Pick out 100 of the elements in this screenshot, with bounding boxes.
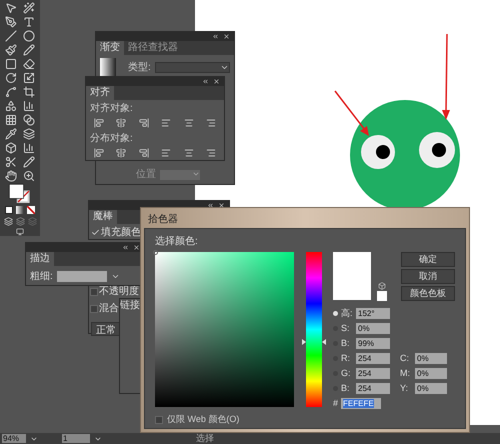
dialog-title: 拾色器 bbox=[147, 213, 179, 227]
ellipse-icon[interactable] bbox=[23, 30, 35, 42]
draw-normal-icon[interactable] bbox=[4, 217, 12, 226]
none-mode-button[interactable] bbox=[27, 206, 35, 214]
close-icon[interactable] bbox=[133, 244, 140, 251]
slice-icon[interactable] bbox=[5, 156, 17, 168]
artboard-field[interactable]: 1 bbox=[62, 434, 90, 443]
type-label: 类型: bbox=[128, 60, 151, 74]
cube-icon[interactable] bbox=[378, 282, 386, 290]
channel-label: B: bbox=[341, 382, 351, 395]
checkmark-icon[interactable] bbox=[91, 228, 100, 237]
channel-field[interactable]: 254 bbox=[356, 383, 390, 394]
line-icon[interactable] bbox=[5, 30, 17, 42]
panel-tab[interactable]: 魔棒 bbox=[89, 210, 117, 224]
dialog-button[interactable]: 确定 bbox=[401, 252, 455, 267]
position-label: 位置 bbox=[136, 168, 156, 182]
color-cursor[interactable] bbox=[153, 250, 158, 255]
option-label: 不透明度 bbox=[99, 285, 139, 299]
dropdown-icon[interactable] bbox=[110, 272, 120, 281]
distribute-icon[interactable] bbox=[206, 148, 216, 158]
align-icon[interactable] bbox=[206, 118, 216, 128]
screen-mode-icon[interactable] bbox=[14, 228, 26, 236]
close-icon[interactable] bbox=[213, 78, 220, 85]
panel-tab[interactable]: 对齐 bbox=[86, 86, 114, 100]
symbol-icon[interactable] bbox=[5, 142, 17, 154]
checkbox[interactable] bbox=[90, 304, 98, 312]
blend-mode-dropdown[interactable]: 正常 bbox=[91, 322, 121, 336]
distribute-label: 分布对象: bbox=[89, 132, 134, 146]
checkbox[interactable] bbox=[90, 288, 98, 296]
panel-tab[interactable]: 渐变 bbox=[96, 41, 124, 55]
collapse-icon[interactable] bbox=[207, 202, 214, 209]
gradient-mode-button[interactable] bbox=[16, 206, 24, 214]
gradient-swatch[interactable] bbox=[100, 58, 116, 76]
channel-field[interactable]: 99% bbox=[356, 338, 390, 349]
web-safe-swatch[interactable] bbox=[377, 291, 387, 301]
panel-tab[interactable]: 链接 bbox=[120, 299, 140, 313]
eyedropper-icon[interactable] bbox=[5, 128, 17, 140]
rotate-icon[interactable] bbox=[5, 72, 17, 84]
mesh-icon[interactable] bbox=[5, 114, 17, 126]
option-label: 填充颜色 bbox=[101, 226, 141, 240]
hex-field[interactable]: FEFEFE bbox=[341, 398, 382, 409]
eraser-icon[interactable] bbox=[23, 58, 35, 70]
scale-icon[interactable] bbox=[23, 72, 35, 84]
web-only-label: 仅限 Web 颜色(O) bbox=[167, 413, 240, 426]
distribute-icon[interactable] bbox=[94, 148, 104, 158]
align-icon[interactable] bbox=[138, 118, 149, 128]
channel-field[interactable]: 0% bbox=[415, 383, 447, 394]
pointer-icon[interactable] bbox=[5, 2, 17, 14]
panel-tab[interactable]: 描边 bbox=[26, 252, 54, 266]
shape-builder-icon[interactable] bbox=[5, 100, 17, 112]
channel-label: C: bbox=[400, 352, 410, 365]
channel-field[interactable]: 254 bbox=[356, 368, 390, 379]
dialog-button[interactable]: 颜色色板 bbox=[401, 286, 455, 301]
color-preview bbox=[333, 252, 371, 300]
channel-label: 高: bbox=[341, 306, 353, 320]
align-icon[interactable] bbox=[161, 118, 172, 128]
align-icon[interactable] bbox=[184, 118, 194, 128]
checkbox[interactable] bbox=[155, 416, 163, 424]
color-mode-button[interactable] bbox=[5, 206, 13, 214]
collapse-icon[interactable] bbox=[212, 33, 219, 40]
channel-field[interactable]: 152° bbox=[356, 308, 390, 319]
rectangle-icon[interactable] bbox=[5, 58, 17, 70]
zoom-icon[interactable] bbox=[23, 170, 35, 182]
distribute-icon[interactable] bbox=[138, 148, 149, 158]
select-color-label: 选择颜色: bbox=[155, 234, 199, 249]
hex-label: # bbox=[333, 396, 338, 410]
channel-field[interactable]: 0% bbox=[356, 323, 390, 334]
align-label: 对齐对象: bbox=[89, 102, 134, 116]
dialog-button[interactable]: 取消 bbox=[401, 269, 455, 284]
channel-label: Y: bbox=[400, 382, 410, 395]
graph-icon[interactable] bbox=[23, 142, 35, 154]
wand-icon[interactable] bbox=[23, 2, 35, 14]
radio-button[interactable] bbox=[333, 311, 338, 316]
arrow-drawing bbox=[332, 88, 372, 138]
distribute-icon[interactable] bbox=[161, 148, 172, 158]
hand-icon[interactable] bbox=[5, 170, 17, 182]
channel-label: G: bbox=[341, 366, 352, 380]
channel-field[interactable]: 0% bbox=[415, 353, 447, 364]
free-transform-icon[interactable] bbox=[23, 86, 35, 98]
weight-field[interactable] bbox=[56, 271, 107, 282]
option-label: 混合 bbox=[99, 302, 119, 316]
panel-tab[interactable]: 路径查找器 bbox=[124, 41, 182, 55]
channel-field[interactable]: 254 bbox=[356, 353, 390, 364]
align-icon[interactable] bbox=[94, 118, 104, 128]
collapse-icon[interactable] bbox=[202, 78, 209, 85]
collapse-icon[interactable] bbox=[122, 244, 129, 251]
pencil-icon[interactable] bbox=[23, 44, 35, 56]
channel-label: M: bbox=[400, 366, 411, 380]
pen-icon[interactable] bbox=[5, 16, 17, 28]
type-icon[interactable] bbox=[23, 16, 35, 28]
align-icon[interactable] bbox=[116, 118, 126, 128]
zoom-field[interactable]: 94% bbox=[2, 434, 26, 443]
distribute-icon[interactable] bbox=[116, 148, 126, 158]
distribute-icon[interactable] bbox=[184, 148, 194, 158]
brush-icon[interactable] bbox=[5, 44, 17, 56]
color-field[interactable] bbox=[155, 252, 294, 407]
close-icon[interactable] bbox=[223, 33, 230, 40]
chart-icon[interactable] bbox=[23, 100, 35, 112]
warp-icon[interactable] bbox=[5, 86, 17, 98]
channel-field[interactable]: 0% bbox=[415, 368, 447, 379]
